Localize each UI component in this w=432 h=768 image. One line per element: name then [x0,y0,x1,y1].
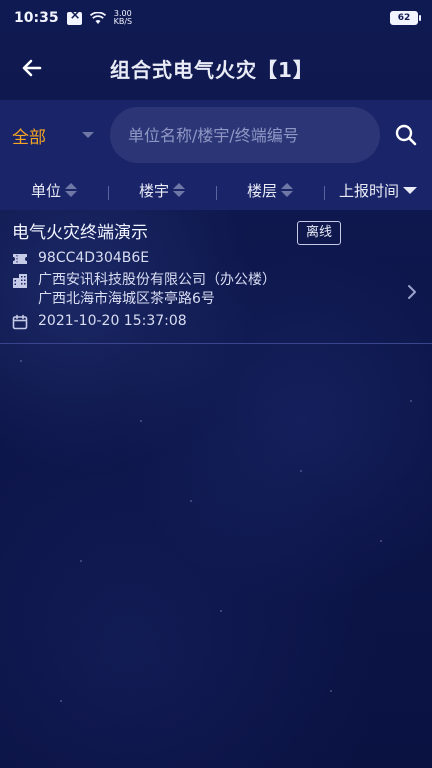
sort-arrows-icon [281,183,293,197]
device-list: 电气火灾终端演示 离线 98CC4D304B6E 广西安讯科技股份有限公司（办公… [0,210,432,344]
battery-indicator: 62 [390,11,421,25]
sort-label: 楼层 [246,181,277,200]
scope-filter-value: 全部 [12,127,46,148]
report-time: 2021-10-20 15:37:08 [38,313,187,329]
terminal-id: 98CC4D304B6E [38,250,150,266]
ticket-icon [13,254,27,264]
status-time: 10:35 [14,10,59,26]
sort-label: 上报时间 [338,181,399,200]
app-header: 组合式电气火灾【1】 [0,36,432,100]
arrow-left-icon [22,59,42,77]
device-name: 电气火灾终端演示 [12,223,148,243]
list-item[interactable]: 电气火灾终端演示 离线 98CC4D304B6E 广西安讯科技股份有限公司（办公… [0,210,432,344]
calendar-icon [12,314,28,330]
address: 广西北海市海城区茶亭路6号 [38,291,215,307]
search-icon [395,124,417,146]
status-bar: 10:35 3.00 KB/S 62 [0,0,432,36]
wifi-icon [89,11,106,24]
sort-arrows-icon [65,183,77,197]
scope-filter-dropdown[interactable]: 全部 [0,123,110,148]
search-row: 全部 [0,100,432,170]
page-title: 组合式电气火灾【1】 [110,57,314,82]
terminal-id-row: 98CC4D304B6E [12,249,420,268]
sort-bar: 单位 楼宇 楼层 上报时间 [0,170,432,210]
caret-down-icon [82,132,94,138]
sort-by-building[interactable]: 楼宇 [108,180,216,201]
sort-by-floor[interactable]: 楼层 [216,180,324,201]
sort-desc-icon [403,186,417,194]
search-button[interactable] [380,107,432,163]
status-badge: 离线 [297,221,342,245]
chevron-right-icon [408,285,416,299]
sort-by-unit[interactable]: 单位 [0,180,108,201]
building-icon [13,274,27,288]
unit-address-row: 广西安讯科技股份有限公司（办公楼） 广西北海市海城区茶亭路6号 [12,271,420,309]
notification-icon [66,8,82,25]
item-detail-chevron[interactable] [402,280,422,304]
sort-arrows-icon [173,183,185,197]
unit-name: 广西安讯科技股份有限公司（办公楼） [38,272,276,288]
search-input[interactable] [128,125,368,145]
report-time-row: 2021-10-20 15:37:08 [12,312,420,331]
network-speed-unit: KB/S [113,17,133,26]
search-box[interactable] [110,107,380,163]
network-speed: 3.00 KB/S [114,10,133,26]
sort-by-report-time[interactable]: 上报时间 [324,180,432,201]
back-button[interactable] [0,36,64,100]
sort-label: 楼宇 [138,181,169,200]
sort-label: 单位 [30,181,61,200]
